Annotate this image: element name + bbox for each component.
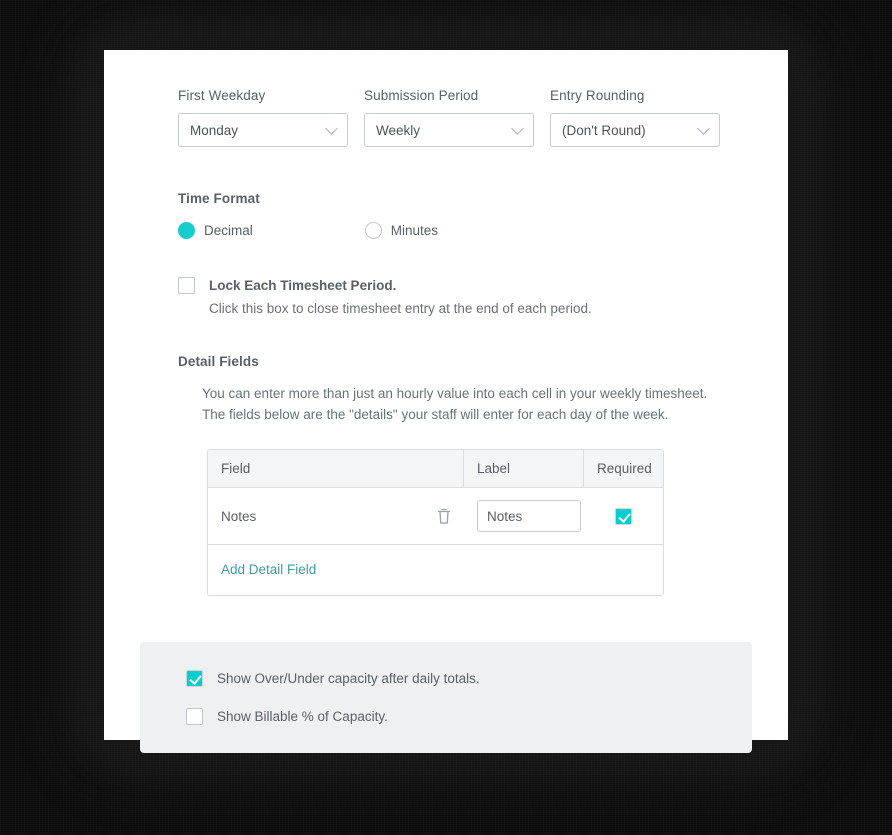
radio-minutes-indicator[interactable] xyxy=(364,222,382,239)
first-weekday-group: First Weekday Monday xyxy=(178,88,348,147)
submission-period-group: Submission Period Weekly xyxy=(364,88,534,147)
table-footer: Add Detail Field xyxy=(208,545,663,595)
radio-option-decimal[interactable]: Decimal xyxy=(178,222,253,239)
trash-icon[interactable] xyxy=(437,508,451,525)
time-format-heading: Time Format xyxy=(178,191,260,206)
entry-rounding-select[interactable]: (Don't Round) xyxy=(550,113,720,147)
cell-required xyxy=(584,488,663,544)
cell-label xyxy=(464,488,584,544)
entry-rounding-label: Entry Rounding xyxy=(550,88,645,103)
show-over-under-label: Show Over/Under capacity after daily tot… xyxy=(217,671,480,686)
top-selects-row: First Weekday Monday Submission Period W… xyxy=(104,50,788,147)
detail-fields-heading: Detail Fields xyxy=(178,354,259,369)
column-header-required: Required xyxy=(597,461,652,476)
entry-rounding-group: Entry Rounding (Don't Round) xyxy=(550,88,720,147)
lock-period-description: Click this box to close timesheet entry … xyxy=(209,301,592,316)
show-over-under-checkbox[interactable] xyxy=(186,670,203,687)
table-header-row: Field Label Required xyxy=(208,450,663,488)
lock-period-section: Lock Each Timesheet Period. Click this b… xyxy=(104,239,788,316)
submission-period-select[interactable]: Weekly xyxy=(364,113,534,147)
radio-decimal-label: Decimal xyxy=(204,223,253,238)
show-billable-checkbox[interactable] xyxy=(186,708,203,725)
column-header-label: Label xyxy=(464,450,584,487)
lock-period-text: Lock Each Timesheet Period. Click this b… xyxy=(209,277,592,316)
chevron-down-icon xyxy=(325,122,338,135)
label-input[interactable] xyxy=(477,500,581,532)
settings-card: First Weekday Monday Submission Period W… xyxy=(104,50,788,753)
cell-field: Notes xyxy=(208,488,464,544)
field-name: Notes xyxy=(221,508,257,524)
time-format-radio-group: Decimal Minutes xyxy=(178,222,788,239)
table-row: Notes xyxy=(208,488,663,545)
radio-minutes-label: Minutes xyxy=(390,223,439,238)
lock-period-checkbox[interactable] xyxy=(178,277,195,294)
detail-fields-table: Field Label Required Notes Notes Add Det… xyxy=(207,449,664,596)
entry-rounding-value: (Don't Round) xyxy=(562,122,646,138)
show-billable-label: Show Billable % of Capacity. xyxy=(217,709,388,724)
submission-period-label: Submission Period xyxy=(364,88,479,103)
detail-fields-heading-wrap: Detail Fields xyxy=(104,316,788,369)
first-weekday-label: First Weekday xyxy=(178,88,266,103)
radio-option-minutes[interactable]: Minutes xyxy=(364,222,439,239)
lock-period-title: Lock Each Timesheet Period. xyxy=(209,278,397,293)
chevron-down-icon xyxy=(697,122,710,135)
add-detail-field-link[interactable]: Add Detail Field xyxy=(221,562,316,577)
detail-fields-description: You can enter more than just an hourly v… xyxy=(104,369,788,425)
capacity-option-over-under[interactable]: Show Over/Under capacity after daily tot… xyxy=(186,670,752,687)
submission-period-value: Weekly xyxy=(376,122,421,138)
radio-decimal-indicator[interactable] xyxy=(178,222,195,239)
time-format-section: Time Format Decimal Minutes xyxy=(104,147,788,239)
first-weekday-select[interactable]: Monday xyxy=(178,113,348,147)
capacity-option-billable[interactable]: Show Billable % of Capacity. xyxy=(186,708,752,725)
detail-fields-description-line1: You can enter more than just an hourly v… xyxy=(202,386,708,401)
column-header-field: Field xyxy=(208,450,464,487)
detail-fields-description-line2: The fields below are the "details" your … xyxy=(202,407,669,422)
required-checkbox[interactable] xyxy=(615,507,632,525)
chevron-down-icon xyxy=(511,122,524,135)
capacity-options-panel: Show Over/Under capacity after daily tot… xyxy=(140,642,752,753)
first-weekday-value: Monday xyxy=(190,122,239,138)
